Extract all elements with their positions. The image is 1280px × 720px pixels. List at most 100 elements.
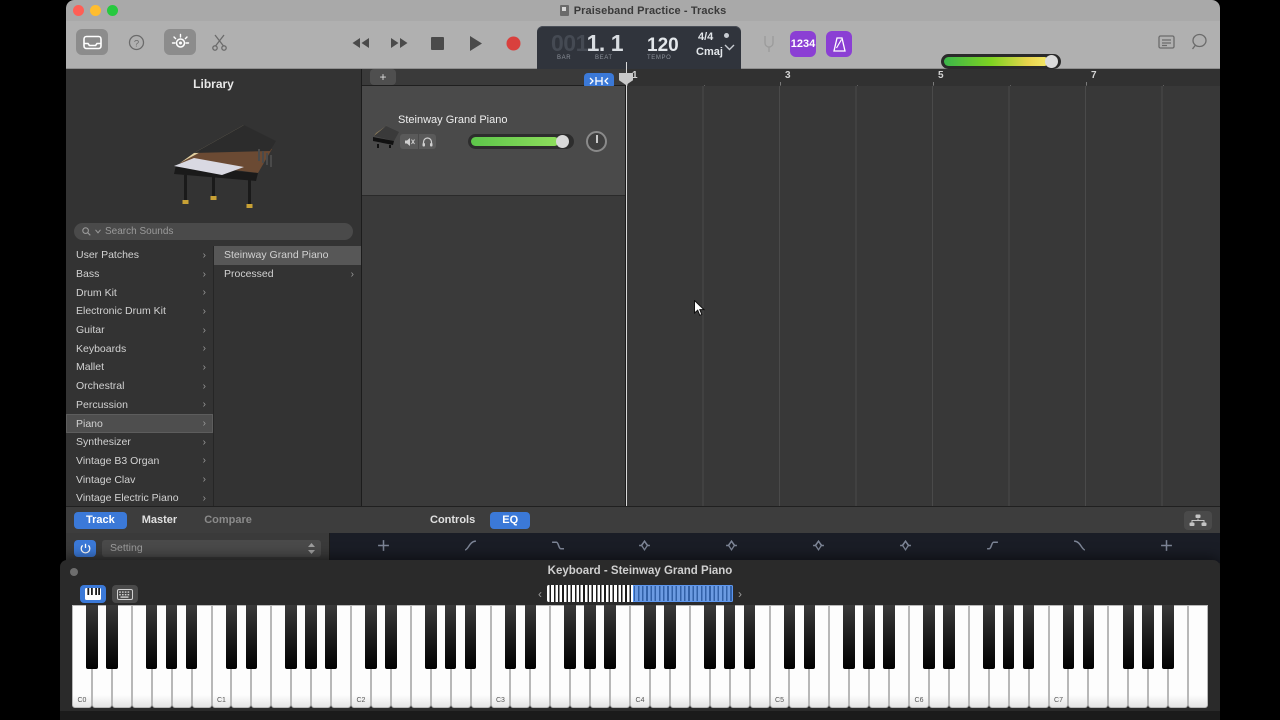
piano-black-key[interactable] bbox=[723, 605, 736, 669]
library-category-item[interactable]: Vintage Clav › bbox=[66, 470, 213, 489]
library-category-item[interactable]: Mallet › bbox=[66, 358, 213, 377]
peak-icon[interactable] bbox=[898, 539, 913, 557]
close-window-button[interactable] bbox=[73, 5, 84, 16]
rewind-button[interactable] bbox=[350, 32, 372, 54]
playhead[interactable] bbox=[619, 62, 633, 523]
piano-black-key[interactable] bbox=[225, 605, 238, 669]
signal-flow-button[interactable] bbox=[1184, 510, 1212, 530]
piano-black-key[interactable] bbox=[504, 605, 517, 669]
library-category-item[interactable]: Keyboards › bbox=[66, 339, 213, 358]
search-input[interactable]: Search Sounds bbox=[74, 223, 353, 240]
stop-button[interactable] bbox=[426, 32, 448, 54]
scissors-button[interactable] bbox=[208, 31, 230, 53]
window-traffic-lights[interactable] bbox=[73, 5, 118, 16]
piano-black-key[interactable] bbox=[245, 605, 258, 669]
library-category-item[interactable]: Bass › bbox=[66, 265, 213, 284]
library-category-item[interactable]: Guitar › bbox=[66, 321, 213, 340]
track-name[interactable]: Steinway Grand Piano bbox=[398, 114, 507, 126]
library-category-item[interactable]: Piano › bbox=[66, 414, 213, 433]
piano-black-key[interactable] bbox=[564, 605, 576, 669]
library-category-item[interactable]: Vintage B3 Organ › bbox=[66, 452, 213, 471]
piano-keys-toggle[interactable] bbox=[80, 585, 106, 603]
piano-black-key[interactable] bbox=[106, 605, 118, 669]
highshelf-icon[interactable] bbox=[985, 539, 1000, 557]
track-pan-knob[interactable] bbox=[586, 131, 607, 152]
mini-keyboard[interactable] bbox=[547, 585, 733, 602]
peak-icon[interactable] bbox=[637, 539, 652, 557]
piano-black-key[interactable] bbox=[444, 605, 457, 669]
smart-controls-button[interactable] bbox=[164, 29, 196, 55]
notepad-button[interactable] bbox=[1158, 34, 1175, 54]
piano-black-key[interactable] bbox=[803, 605, 816, 669]
piano-black-key[interactable] bbox=[424, 605, 437, 669]
count-in-button[interactable]: 1234 bbox=[790, 31, 816, 57]
piano-black-key[interactable] bbox=[305, 605, 317, 669]
piano-black-key[interactable] bbox=[783, 605, 796, 669]
library-patch-item[interactable]: Processed › bbox=[214, 265, 361, 284]
lcd-display[interactable]: 0011. 1 BAR BEAT 120 TEMPO 4/4 Cmaj bbox=[537, 26, 741, 75]
keyboard-range-selector[interactable]: ‹ › bbox=[538, 585, 742, 602]
lowpass-icon[interactable] bbox=[1072, 539, 1087, 557]
maximize-window-button[interactable] bbox=[107, 5, 118, 16]
piano-black-key[interactable] bbox=[1002, 605, 1015, 669]
piano-black-key[interactable] bbox=[1062, 605, 1075, 669]
piano-black-key[interactable] bbox=[943, 605, 955, 669]
piano-black-key[interactable] bbox=[1022, 605, 1035, 669]
lcd-time-signature[interactable]: 4/4 bbox=[698, 31, 713, 43]
track-volume-knob[interactable] bbox=[556, 135, 569, 148]
record-button[interactable] bbox=[502, 32, 524, 54]
lcd-tempo-value[interactable]: 120 bbox=[647, 35, 679, 57]
track-mute-button[interactable] bbox=[400, 134, 418, 149]
plugin-power-button[interactable] bbox=[74, 539, 96, 557]
piano-white-key[interactable] bbox=[1188, 605, 1208, 708]
track-volume-slider[interactable] bbox=[468, 134, 574, 149]
piano-black-key[interactable] bbox=[843, 605, 856, 669]
library-category-item[interactable]: Vintage Electric Piano › bbox=[66, 489, 213, 506]
piano-black-key[interactable] bbox=[1082, 605, 1095, 669]
tab-track[interactable]: Track bbox=[74, 511, 127, 529]
piano-black-key[interactable] bbox=[604, 605, 616, 669]
piano-black-key[interactable] bbox=[703, 605, 716, 669]
library-category-item[interactable]: Drum Kit › bbox=[66, 283, 213, 302]
eq-band-strip[interactable] bbox=[330, 533, 1220, 563]
help-button[interactable]: ? bbox=[120, 29, 152, 55]
tab-eq[interactable]: EQ bbox=[490, 511, 531, 529]
piano-black-key[interactable] bbox=[923, 605, 935, 669]
library-category-item[interactable]: Electronic Drum Kit › bbox=[66, 302, 213, 321]
timeline-canvas[interactable] bbox=[619, 62, 1220, 523]
piano-black-key[interactable] bbox=[982, 605, 995, 669]
add-track-button[interactable]: + bbox=[370, 69, 396, 85]
piano-black-key[interactable] bbox=[86, 605, 98, 669]
minimize-window-button[interactable] bbox=[90, 5, 101, 16]
mini-keyboard-selection[interactable] bbox=[632, 585, 733, 602]
fast-forward-button[interactable] bbox=[388, 32, 410, 54]
chevron-down-icon[interactable] bbox=[95, 229, 101, 234]
highpass-icon[interactable] bbox=[463, 539, 478, 557]
range-right-arrow[interactable]: › bbox=[738, 587, 742, 601]
chevron-down-icon[interactable] bbox=[724, 40, 735, 54]
library-patch-list[interactable]: Steinway Grand Piano Processed › bbox=[214, 246, 361, 506]
piano-black-key[interactable] bbox=[584, 605, 596, 669]
library-category-list[interactable]: User Patches › Bass › Drum Kit › Electronic Dr… bbox=[66, 246, 214, 506]
metronome-button[interactable] bbox=[826, 31, 852, 57]
piano-black-key[interactable] bbox=[385, 605, 397, 669]
peak-icon[interactable] bbox=[724, 539, 739, 557]
piano-black-key[interactable] bbox=[464, 605, 477, 669]
piano-black-key[interactable] bbox=[883, 605, 895, 669]
computer-keyboard-toggle[interactable] bbox=[112, 585, 138, 603]
plugin-setting-dropdown[interactable]: Setting bbox=[102, 539, 321, 557]
play-button[interactable] bbox=[464, 32, 486, 54]
library-category-item[interactable]: Percussion › bbox=[66, 396, 213, 415]
tab-compare[interactable]: Compare bbox=[192, 512, 264, 529]
library-category-item[interactable]: Synthesizer › bbox=[66, 433, 213, 452]
piano-black-key[interactable] bbox=[1122, 605, 1135, 669]
piano-black-key[interactable] bbox=[743, 605, 756, 669]
library-patch-item[interactable]: Steinway Grand Piano bbox=[214, 246, 361, 265]
piano-black-key[interactable] bbox=[524, 605, 537, 669]
library-button[interactable] bbox=[76, 29, 108, 55]
piano-black-key[interactable] bbox=[145, 605, 158, 669]
peak-icon[interactable] bbox=[811, 539, 826, 557]
library-category-item[interactable]: Orchestral › bbox=[66, 377, 213, 396]
piano-black-key[interactable] bbox=[863, 605, 875, 669]
eq-add-icon[interactable] bbox=[1159, 539, 1174, 557]
